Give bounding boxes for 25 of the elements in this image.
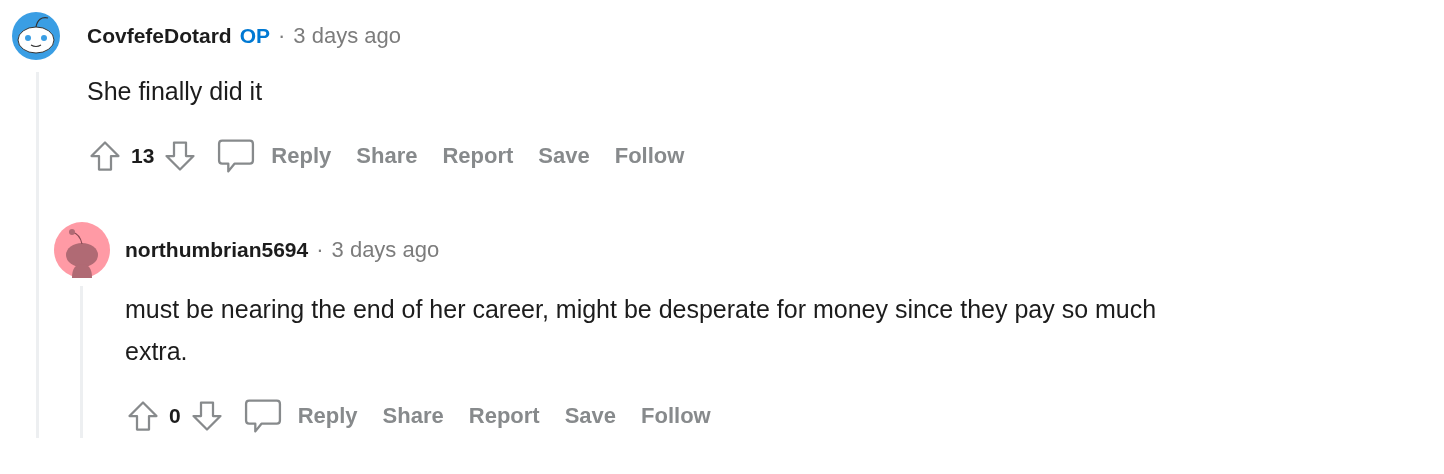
action-button[interactable]: Report [458, 397, 550, 435]
separator-dot: · [278, 23, 286, 49]
op-tag: OP [239, 24, 271, 48]
vote-count: 0 [169, 404, 181, 428]
comment-icon[interactable] [242, 397, 283, 435]
timestamp: 3 days ago [293, 23, 401, 49]
avatar-icon[interactable] [54, 222, 110, 278]
action-button[interactable]: Reply [261, 137, 342, 175]
username[interactable]: CovfefeDotard [87, 24, 232, 48]
action-button[interactable]: Follow [604, 137, 695, 175]
avatar-icon[interactable] [12, 12, 60, 60]
action-button[interactable]: Share [346, 137, 428, 175]
separator-dot: · [316, 237, 324, 263]
action-button[interactable]: Share [372, 397, 454, 435]
action-button[interactable]: Save [554, 397, 627, 435]
vote-count: 13 [131, 144, 155, 168]
comment-text: must be nearing the end of her career, might be desperate for money since they pay so much extra. [124, 294, 1158, 367]
timestamp: 3 days ago [331, 237, 440, 263]
comment-icon[interactable] [216, 137, 257, 175]
comment-text: She finally did it [86, 76, 264, 107]
action-button[interactable]: Save [528, 137, 600, 175]
action-button[interactable]: Report [432, 137, 524, 175]
action-button[interactable]: Reply [287, 397, 368, 435]
username[interactable]: northumbrian5694 [125, 238, 309, 262]
action-button[interactable]: Follow [631, 397, 721, 435]
